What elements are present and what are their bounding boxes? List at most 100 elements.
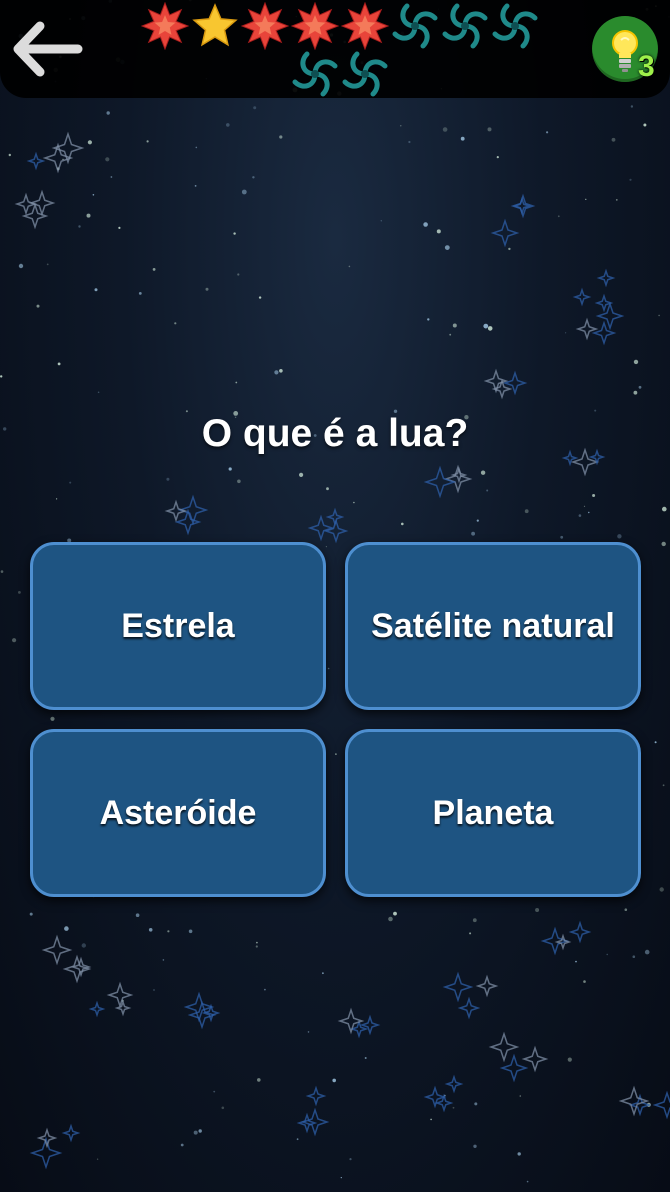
background-star — [255, 945, 258, 948]
background-star — [476, 519, 479, 522]
sparkle-decoration — [61, 1123, 81, 1143]
background-star — [50, 716, 55, 721]
background-star — [198, 1129, 202, 1133]
background-star — [235, 381, 238, 384]
background-star — [526, 1180, 529, 1183]
background-star — [427, 318, 430, 321]
sparkle-decoration — [457, 996, 481, 1020]
background-star — [18, 263, 24, 269]
background-star — [519, 1095, 522, 1097]
answer-button-estrela[interactable]: Estrela — [30, 542, 326, 710]
progress-item-2 — [190, 2, 240, 50]
background-star — [444, 245, 450, 251]
background-star — [279, 369, 283, 373]
background-star — [583, 505, 586, 507]
background-star — [483, 323, 489, 329]
background-star — [380, 220, 382, 222]
red-star-icon — [341, 2, 389, 50]
background-star — [0, 570, 4, 573]
background-star — [471, 531, 475, 536]
background-star — [401, 522, 404, 526]
background-star — [353, 501, 355, 504]
progress-item-4 — [290, 2, 340, 50]
background-star — [486, 489, 489, 492]
background-star — [565, 332, 567, 334]
background-star — [480, 470, 486, 475]
background-star — [335, 753, 337, 755]
background-star — [296, 1138, 299, 1141]
background-star — [195, 146, 198, 149]
background-star — [592, 494, 596, 497]
background-star — [460, 136, 465, 141]
background-star — [135, 913, 140, 917]
background-star — [578, 514, 582, 517]
background-star — [57, 362, 61, 366]
background-star — [228, 467, 232, 471]
background-star — [92, 194, 95, 196]
red-star-icon — [241, 2, 289, 50]
background-star — [659, 887, 664, 892]
progress-item-1 — [140, 2, 190, 50]
background-star — [557, 215, 560, 218]
sparkle-decoration — [183, 991, 215, 1023]
progress-tracker — [135, 2, 545, 98]
background-star — [258, 296, 262, 299]
background-star — [213, 1090, 216, 1093]
background-star — [194, 185, 197, 187]
background-star — [326, 487, 329, 491]
background-star — [174, 322, 177, 325]
spiral-galaxy-icon — [342, 51, 388, 97]
background-star — [624, 908, 628, 911]
spiral-galaxy-icon — [442, 3, 488, 49]
background-star — [256, 941, 258, 944]
sparkle-decoration — [442, 971, 474, 1003]
background-star — [567, 1057, 572, 1062]
sparkle-decoration — [596, 268, 616, 288]
spiral-galaxy-icon — [392, 3, 438, 49]
background-star — [36, 304, 40, 308]
background-star — [633, 359, 639, 365]
sparkle-decoration — [499, 1053, 529, 1083]
red-star-icon — [141, 2, 189, 50]
background-star — [152, 268, 156, 271]
background-star — [546, 131, 549, 134]
answer-button-planeta[interactable]: Planeta — [345, 729, 641, 897]
background-star — [643, 123, 647, 127]
answer-button-asteroide[interactable]: Asteróide — [30, 729, 326, 897]
sparkle-decoration — [568, 920, 592, 944]
background-star — [517, 1152, 521, 1156]
background-star — [264, 988, 266, 991]
background-star — [325, 546, 327, 548]
sparkle-decoration — [26, 151, 46, 171]
background-star — [307, 1031, 310, 1033]
sparkle-decoration — [423, 465, 457, 499]
background-star — [430, 1118, 432, 1121]
back-button[interactable] — [10, 18, 84, 80]
background-star — [87, 140, 92, 145]
background-star — [364, 1057, 367, 1059]
spiral-galaxy-icon — [292, 51, 338, 97]
background-star — [388, 916, 393, 922]
background-star — [617, 534, 622, 539]
background-star — [257, 1078, 261, 1082]
answer-button-satelite-natural[interactable]: Satélite natural — [345, 542, 641, 710]
background-star — [153, 989, 155, 991]
background-star — [400, 125, 402, 127]
background-star — [166, 477, 170, 481]
background-star — [487, 127, 492, 132]
background-star — [162, 959, 165, 961]
background-star — [237, 273, 240, 276]
background-star — [349, 1158, 352, 1161]
sparkle-decoration — [305, 1085, 327, 1107]
background-star — [436, 229, 441, 234]
background-star — [423, 222, 428, 227]
background-star — [408, 140, 411, 144]
background-star — [12, 638, 17, 643]
background-star — [662, 784, 665, 787]
sparkle-decoration — [488, 1031, 520, 1063]
hint-count: 3 — [638, 50, 655, 83]
background-star — [474, 1102, 478, 1106]
sparkle-decoration — [595, 301, 625, 331]
background-star — [393, 911, 397, 916]
background-star — [148, 928, 153, 932]
